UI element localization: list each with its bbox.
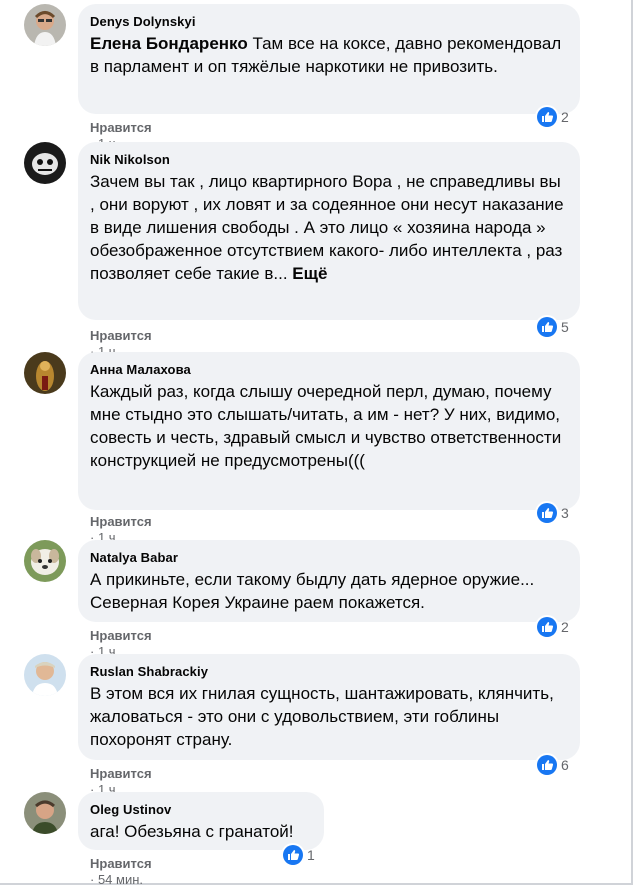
- comment-text: В этом вся их гнилая сущность, шантажиро…: [90, 684, 554, 749]
- comment-bubble: Анна Малахова Каждый раз, когда слышу оч…: [78, 352, 580, 510]
- comment-author[interactable]: Denys Dolynskyi: [90, 14, 568, 30]
- reaction-number: 3: [561, 505, 569, 521]
- avatar[interactable]: [24, 540, 66, 582]
- like-icon: [536, 316, 558, 338]
- comment-meta: Нравится · 54 мин.: [90, 856, 152, 888]
- like-link[interactable]: Нравится: [90, 628, 152, 643]
- like-link[interactable]: Нравится: [90, 766, 152, 781]
- comment-bubble: Ruslan Shabrackiy В этом вся их гнилая с…: [78, 654, 580, 760]
- comment-bubble: Oleg Ustinov ага! Обезьяна с гранатой!: [78, 792, 324, 850]
- comment-text: А прикиньте, если такому быдлу дать ядер…: [90, 570, 535, 612]
- avatar[interactable]: [24, 352, 66, 394]
- reaction-number: 2: [561, 619, 569, 635]
- like-link[interactable]: Нравится: [90, 328, 152, 343]
- comment-text: Каждый раз, когда слышу очередной перл, …: [90, 382, 562, 470]
- avatar[interactable]: [24, 792, 66, 834]
- avatar[interactable]: [24, 142, 66, 184]
- comment-author[interactable]: Natalya Babar: [90, 550, 568, 566]
- like-icon: [536, 754, 558, 776]
- comment-bubble: Denys Dolynskyi Елена Бондаренко Там все…: [78, 4, 580, 114]
- like-icon: [536, 106, 558, 128]
- like-icon: [536, 616, 558, 638]
- reaction-count[interactable]: 2: [536, 106, 569, 128]
- comment-bubble: Natalya Babar А прикиньте, если такому б…: [78, 540, 580, 622]
- like-icon: [282, 844, 304, 866]
- avatar[interactable]: [24, 654, 66, 696]
- reaction-number: 2: [561, 109, 569, 125]
- comment-text: ага! Обезьяна с гранатой!: [90, 822, 294, 841]
- reaction-count[interactable]: 3: [536, 502, 569, 524]
- like-link[interactable]: Нравится: [90, 120, 152, 135]
- like-link[interactable]: Нравится: [90, 856, 152, 871]
- avatar[interactable]: [24, 4, 66, 46]
- reaction-count[interactable]: 1: [282, 844, 315, 866]
- reaction-count[interactable]: 6: [536, 754, 569, 776]
- comment-author[interactable]: Ruslan Shabrackiy: [90, 664, 568, 680]
- reaction-number: 5: [561, 319, 569, 335]
- reaction-number: 6: [561, 757, 569, 773]
- comment-author[interactable]: Oleg Ustinov: [90, 802, 312, 818]
- like-icon: [536, 502, 558, 524]
- comment-author[interactable]: Анна Малахова: [90, 362, 568, 378]
- comments-panel: Denys Dolynskyi Елена Бондаренко Там все…: [0, 0, 633, 888]
- mention-link[interactable]: Елена Бондаренко: [90, 34, 248, 53]
- see-more-link[interactable]: Ещё: [292, 264, 327, 283]
- comment-author[interactable]: Nik Nikolson: [90, 152, 568, 168]
- reaction-count[interactable]: 2: [536, 616, 569, 638]
- comment-text: Зачем вы так , лицо квартирного Вора , н…: [90, 170, 568, 285]
- reaction-number: 1: [307, 847, 315, 863]
- comment-text: Елена Бондаренко Там все на коксе, давно…: [90, 32, 568, 78]
- like-link[interactable]: Нравится: [90, 514, 152, 529]
- comment-bubble: Nik Nikolson Зачем вы так , лицо квартир…: [78, 142, 580, 320]
- reaction-count[interactable]: 5: [536, 316, 569, 338]
